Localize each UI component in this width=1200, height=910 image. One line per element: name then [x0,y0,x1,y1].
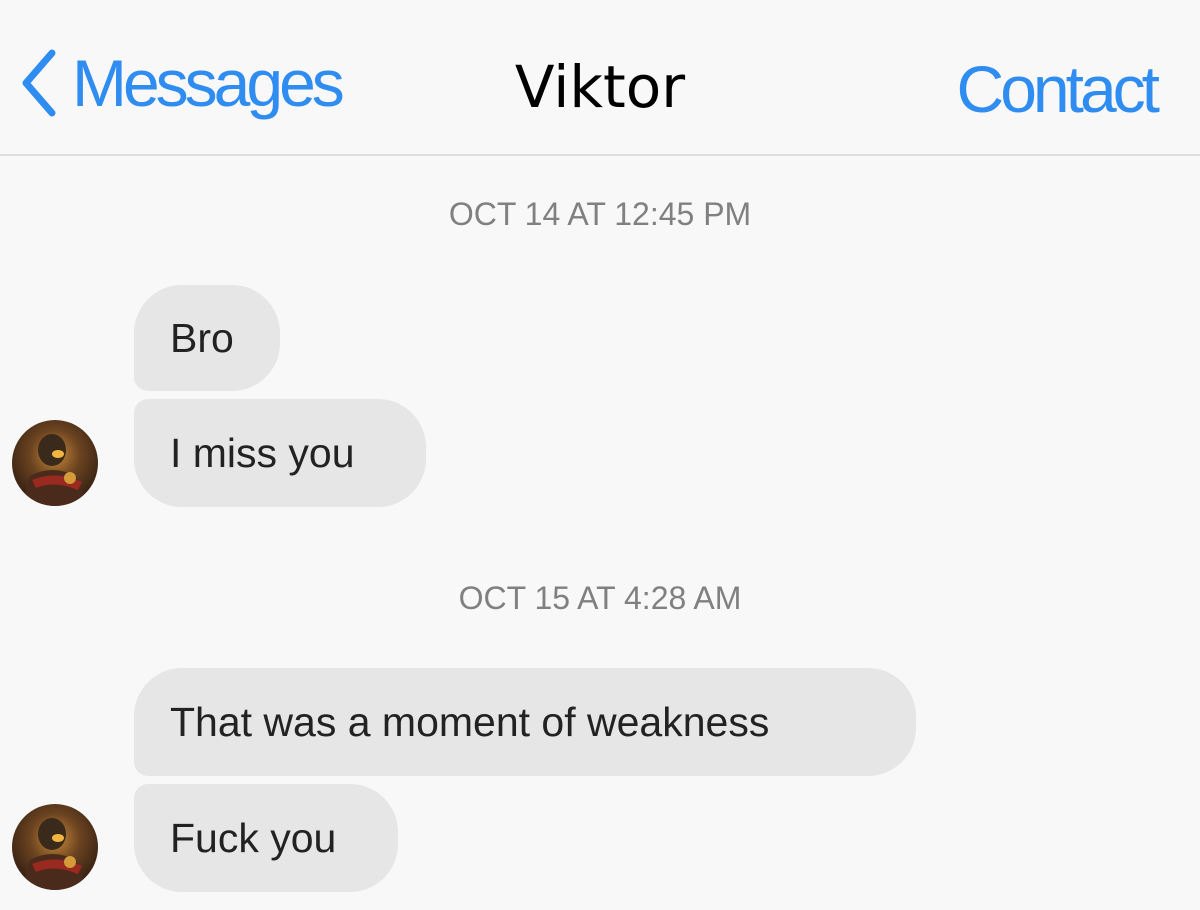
avatar-image [12,804,98,890]
timestamp: OCT 15 AT 4:28 AM [458,580,742,616]
avatar-image [12,420,98,506]
contact-avatar[interactable] [12,420,98,506]
contact-avatar[interactable] [12,804,98,890]
message-bubble[interactable]: Fuck you [134,784,398,892]
timestamp: OCT 14 AT 12:45 PM [448,196,752,232]
message-bubble[interactable]: I miss you [134,399,426,507]
message-bubble[interactable]: That was a moment of weakness [134,668,916,776]
navigation-bar: Messages Viktor Contact [0,0,1200,156]
message-bubble[interactable]: Bro [134,285,280,391]
contact-button[interactable]: Contact [957,56,1160,122]
